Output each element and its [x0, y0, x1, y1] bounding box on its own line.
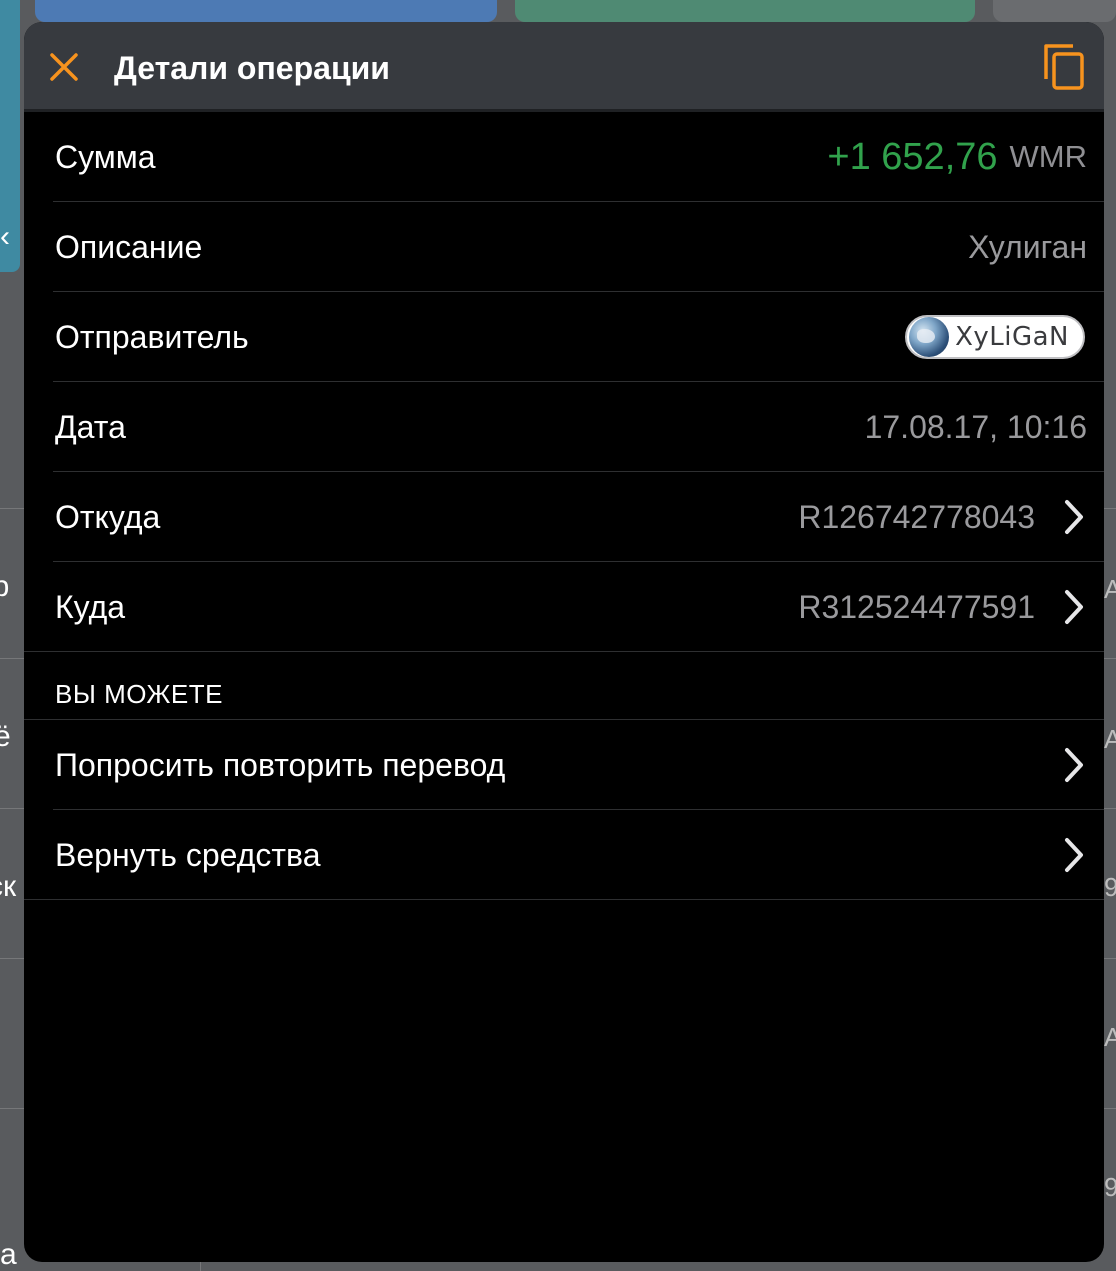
- background-divider: [1104, 808, 1116, 809]
- amount-value-group: +1 652,76 WMR: [827, 136, 1087, 179]
- description-row: Описание Хулиган: [24, 202, 1104, 292]
- background-text: ё: [0, 720, 11, 753]
- request-repeat-transfer-row[interactable]: Попросить повторить перевод: [24, 720, 1104, 810]
- background-divider: [0, 658, 24, 659]
- chevron-right-icon: [1063, 835, 1087, 875]
- background-text: 9: [1104, 1172, 1116, 1202]
- chevron-right-icon: [1063, 745, 1087, 785]
- sender-name: XyLiGaN: [955, 322, 1069, 352]
- navigation-bar: Детали операции: [24, 22, 1104, 112]
- request-repeat-transfer-value: [1035, 745, 1087, 785]
- background-card: [515, 0, 975, 22]
- from-wallet-row[interactable]: Откуда R126742778043: [24, 472, 1104, 562]
- copy-button[interactable]: [1042, 42, 1086, 92]
- background-divider: [0, 508, 24, 509]
- background-divider: [1104, 658, 1116, 659]
- to-wallet-number: R312524477591: [798, 588, 1035, 625]
- chevron-right-icon: [1063, 497, 1087, 537]
- background-text: ск: [0, 870, 17, 903]
- sender-row: Отправитель XyLiGaN: [24, 292, 1104, 382]
- return-funds-value: [1035, 835, 1087, 875]
- background-text: ір: [0, 570, 10, 603]
- background-text: ‹: [0, 220, 10, 253]
- sender-value: XyLiGaN: [905, 315, 1087, 359]
- date-label: Дата: [55, 408, 126, 445]
- return-funds-label: Вернуть средства: [55, 836, 321, 873]
- amount-value: +1 652,76: [827, 135, 998, 178]
- date-row: Дата 17.08.17, 10:16: [24, 382, 1104, 472]
- background-divider: [0, 808, 24, 809]
- to-value-group: R312524477591: [798, 587, 1087, 627]
- background-text: а: [0, 1238, 17, 1271]
- page-title: Детали операции: [114, 50, 390, 86]
- request-repeat-transfer-label: Попросить повторить перевод: [55, 746, 506, 783]
- operation-details-sheet: Детали операции Сумма +1 652,76 WMR Опис…: [24, 22, 1104, 1262]
- background-divider: [1104, 508, 1116, 509]
- amount-label: Сумма: [55, 138, 156, 175]
- close-button[interactable]: [44, 47, 84, 87]
- background-card: [35, 0, 497, 22]
- background-divider: [0, 958, 24, 959]
- close-icon: [50, 53, 78, 81]
- background-divider: [200, 1262, 201, 1271]
- background-text: A: [1104, 724, 1116, 754]
- from-label: Откуда: [55, 498, 161, 535]
- copy-icon: [1044, 44, 1084, 90]
- chevron-right-icon: [1063, 587, 1087, 627]
- background-text: A: [1104, 1022, 1116, 1052]
- return-funds-row[interactable]: Вернуть средства: [24, 810, 1104, 900]
- sender-label: Отправитель: [55, 318, 249, 355]
- description-value: Хулиган: [968, 228, 1087, 265]
- background-divider: [0, 1108, 24, 1109]
- currency-code: WMR: [1009, 139, 1087, 174]
- background-divider: [1104, 958, 1116, 959]
- amount-row: Сумма +1 652,76 WMR: [24, 112, 1104, 202]
- to-wallet-row[interactable]: Куда R312524477591: [24, 562, 1104, 652]
- sender-chip[interactable]: XyLiGaN: [905, 315, 1085, 359]
- description-label: Описание: [55, 228, 203, 265]
- avatar: [909, 317, 950, 357]
- date-value: 17.08.17, 10:16: [864, 408, 1087, 445]
- to-label: Куда: [55, 588, 126, 625]
- from-value-group: R126742778043: [798, 497, 1087, 537]
- actions-section-header: ВЫ МОЖЕТЕ: [24, 652, 1104, 720]
- from-wallet-number: R126742778043: [798, 498, 1035, 535]
- background-text: 9: [1104, 872, 1116, 902]
- background-text: A: [1104, 574, 1116, 604]
- background-card: [993, 0, 1116, 22]
- background-divider: [1104, 1108, 1116, 1109]
